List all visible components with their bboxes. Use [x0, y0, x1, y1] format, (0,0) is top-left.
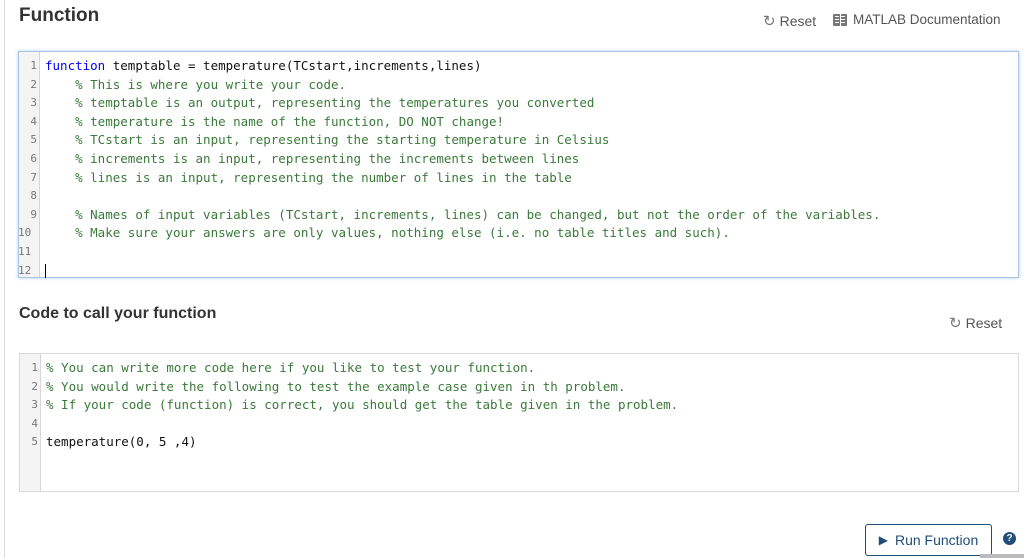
line-number: 7	[30, 170, 37, 184]
code-line: 5 temperature(0, 5 ,4)	[20, 433, 1018, 452]
function-section-title: Function	[19, 5, 100, 26]
line-number: 5	[31, 435, 38, 449]
code-text: % temptable is an output, representing t…	[45, 94, 594, 113]
code-text: % If your code (function) is correct, yo…	[46, 396, 678, 415]
code-line: 7 % lines is an input, representing the …	[19, 169, 1018, 188]
line-number: 2	[30, 77, 37, 91]
line-number: 6	[30, 152, 37, 165]
code-line: 2 % This is where you write your code.	[19, 76, 1018, 95]
line-number: 3	[31, 398, 38, 412]
code-text: % Names of input variables (TCstart, inc…	[45, 206, 880, 225]
code-line: 3 % If your code (function) is correct, y…	[20, 396, 1018, 415]
code-line: 2 % You would write the following to test…	[20, 378, 1018, 397]
code-line: 5 % TCstart is an input, representing th…	[19, 131, 1018, 150]
code-line: 6 % increments is an input, representing…	[19, 150, 1018, 169]
code-line: 8	[19, 187, 1018, 206]
code-token: temperature(0, 5 ,4)	[46, 434, 197, 450]
code-text: % You would write the following to test …	[46, 378, 625, 397]
code-text: temperature(0, 5 ,4)	[46, 433, 197, 452]
refresh-icon: ↻	[763, 12, 776, 30]
code-text: % TCstart is an input, representing the …	[45, 131, 609, 150]
comment-token: % increments is an input, representing t…	[75, 151, 580, 166]
code-text: function temptable = temperature(TCstart…	[45, 57, 482, 76]
code-text: % This is where you write your code.	[45, 76, 346, 95]
book-icon	[833, 13, 847, 26]
comment-token: % temptable is an output, representing t…	[75, 95, 595, 111]
call-section-title: Code to call your function	[19, 305, 217, 322]
matlab-documentation-label: MATLAB Documentation	[853, 12, 1001, 27]
code-line: 1 % You can write more code here if you l…	[20, 359, 1018, 378]
comment-token: % Make sure your answers are only values…	[75, 225, 730, 241]
code-line: 3 % temptable is an output, representing…	[19, 94, 1018, 113]
code-text: % You can write more code here if you li…	[46, 359, 535, 378]
comment-token: % temperature is the name of the functio…	[75, 113, 505, 129]
page-left-border	[4, 0, 5, 558]
function-reset-button[interactable]: ↻ Reset	[763, 13, 816, 29]
call-reset-label: Reset	[965, 315, 1003, 331]
function-code-editor[interactable]: 1 function temptable = temperature(TCstar…	[18, 51, 1019, 281]
code-token: temptable = temperature(TCstart,incremen…	[105, 58, 482, 73]
comment-token: % lines is an input, representing the nu…	[75, 169, 572, 185]
code-text: % lines is an input, representing the nu…	[45, 169, 572, 188]
line-number: 4	[30, 114, 37, 128]
line-number: 4	[31, 416, 38, 430]
code-line: 1 function temptable = temperature(TCstar…	[19, 57, 1018, 76]
line-number: 11	[18, 245, 32, 258]
line-number: 2	[31, 379, 38, 393]
line-number: 10	[18, 226, 32, 240]
comment-token: % TCstart is an input, representing the …	[75, 132, 610, 148]
matlab-documentation-link[interactable]: MATLAB Documentation	[833, 12, 1001, 27]
comment-token: % You would write the following to test …	[46, 378, 626, 394]
play-icon: ▶	[878, 533, 888, 547]
line-number: 8	[30, 189, 37, 203]
code-line: 12	[18, 262, 1018, 281]
code-line: 4 % temperature is the name of the funct…	[19, 113, 1018, 132]
run-function-button[interactable]: ▶ Run Function	[865, 524, 992, 556]
comment-token: % You can write more code here if you li…	[46, 360, 536, 375]
comment-token: % Names of input variables (TCstart, inc…	[75, 206, 881, 222]
call-reset-button[interactable]: ↻ Reset	[949, 315, 1002, 331]
call-code-editor[interactable]: 1 % You can write more code here if you l…	[19, 353, 1019, 492]
refresh-icon: ↻	[949, 314, 962, 332]
code-line: 4	[20, 415, 1018, 434]
function-reset-label: Reset	[779, 13, 817, 29]
line-number: 5	[30, 133, 37, 147]
bottom-edge-shadow	[980, 554, 1024, 558]
help-icon[interactable]: ?	[1003, 532, 1016, 545]
code-line: 9 % Names of input variables (TCstart, i…	[19, 206, 1018, 225]
code-line: 11	[18, 243, 1018, 262]
code-text: % temperature is the name of the functio…	[45, 113, 504, 132]
comment-token: % This is where you write your code.	[75, 76, 347, 92]
line-number: 3	[30, 96, 37, 110]
line-number: 9	[30, 207, 37, 221]
comment-token: % If your code (function) is correct, yo…	[46, 397, 679, 413]
line-number: 12	[18, 263, 32, 277]
run-function-label: Run Function	[894, 532, 979, 548]
code-text: % increments is an input, representing t…	[45, 150, 579, 169]
code-text: % Make sure your answers are only values…	[45, 224, 730, 243]
line-number: 1	[31, 361, 38, 374]
line-number: 1	[30, 59, 37, 72]
keyword-token: function	[45, 58, 106, 73]
code-line: 10 % Make sure your answers are only val…	[18, 224, 1018, 243]
text-cursor	[45, 264, 46, 279]
code-text	[45, 262, 46, 281]
